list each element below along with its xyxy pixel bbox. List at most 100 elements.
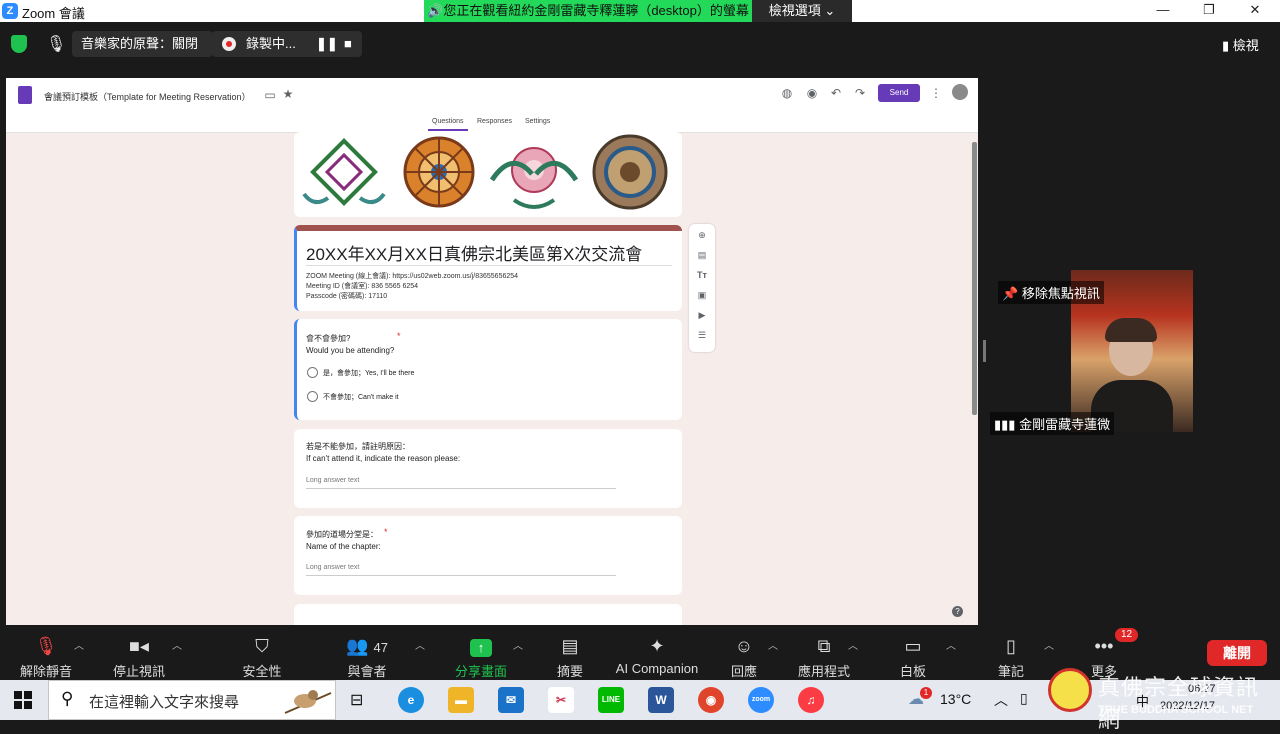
- add-section-icon[interactable]: ☰: [696, 330, 708, 341]
- pause-recording-icon[interactable]: ❚❚: [316, 31, 338, 57]
- reactions-button[interactable]: ☺ 回應: [699, 625, 789, 680]
- share-banner: 🔊您正在觀看紐約金剛雷藏寺釋蓮聹（desktop）的螢幕: [424, 0, 752, 22]
- q3-answer-placeholder: Long answer text: [306, 564, 360, 571]
- snipping-tool-icon[interactable]: ✂: [548, 687, 574, 713]
- watermark-text: 真佛宗全球資訊網: [1098, 676, 1260, 733]
- task-view-icon[interactable]: ⊟: [350, 690, 363, 710]
- meeting-top-bar: 🎙 音樂家的原聲：關閉 錄製中... ❚❚ ■ ▮ 檢視: [0, 22, 1280, 66]
- participants-caret-icon[interactable]: ︿: [415, 637, 425, 652]
- import-questions-icon[interactable]: ▤: [696, 250, 708, 261]
- remove-spotlight-button[interactable]: 📌 移除焦點視訊: [998, 281, 1104, 304]
- tab-questions[interactable]: Questions: [432, 118, 464, 125]
- shared-screen: 會議預訂模板（Template for Meeting Reservation）…: [6, 78, 978, 625]
- help-icon[interactable]: ?: [952, 606, 963, 617]
- show-hidden-icons-icon[interactable]: ︿: [994, 690, 1008, 710]
- question-card-reason[interactable]: 若是不能參加，請註明原因： If can't attend it, indica…: [294, 429, 682, 508]
- line-icon[interactable]: LINE: [598, 687, 624, 713]
- palette-icon[interactable]: ◍: [779, 86, 795, 100]
- mail-icon[interactable]: ✉: [498, 687, 524, 713]
- question-card-attending[interactable]: 會不會參加? * Would you be attending? 是，會參加；Y…: [294, 319, 682, 420]
- send-button[interactable]: Send: [878, 84, 920, 102]
- notes-caret-icon[interactable]: ︿: [1044, 637, 1054, 652]
- search-icon: ⚲: [61, 689, 74, 708]
- google-forms-icon: [18, 86, 32, 104]
- form-header: 會議預訂模板（Template for Meeting Reservation）…: [6, 78, 978, 133]
- summary-icon: ▤: [561, 636, 579, 656]
- q1-title: 會不會參加?: [306, 334, 351, 343]
- star-icon[interactable]: ★: [280, 87, 296, 101]
- radio-yes[interactable]: [307, 367, 318, 378]
- q2-answer-line: [306, 488, 616, 489]
- page-scrollbar[interactable]: [972, 142, 977, 415]
- form-heading: 20XX年XX月XX日真佛宗北美區第X次交流會: [306, 245, 643, 264]
- form-title-card[interactable]: 20XX年XX月XX日真佛宗北美區第X次交流會 ZOOM Meeting (線上…: [294, 225, 682, 311]
- mic-tray-icon[interactable]: ▯: [1020, 690, 1028, 707]
- audio-caret-icon[interactable]: ︿: [74, 637, 84, 652]
- zoom-logo-icon: Z: [2, 3, 18, 19]
- close-icon[interactable]: ✕: [1240, 2, 1270, 18]
- whiteboard-caret-icon[interactable]: ︿: [946, 637, 956, 652]
- participant-name-tag: ▮▮▮ 金剛雷藏寺蓮微: [990, 412, 1115, 435]
- share-caret-icon[interactable]: ︿: [513, 637, 523, 652]
- share-screen-button[interactable]: ↑ 分享畫面: [436, 625, 526, 680]
- encryption-shield-icon[interactable]: [11, 35, 27, 53]
- chrome-icon[interactable]: ◉: [698, 687, 724, 713]
- weather-temperature[interactable]: 13°C: [940, 691, 971, 707]
- ai-companion-button[interactable]: ✦ AI Companion: [612, 625, 702, 680]
- itunes-icon[interactable]: ♫: [798, 687, 824, 713]
- view-options-button[interactable]: 檢視選項 ⌄: [752, 0, 852, 22]
- form-doc-title[interactable]: 會議預訂模板（Template for Meeting Reservation）: [44, 90, 251, 103]
- participant-count: 47: [373, 640, 388, 655]
- minimize-icon[interactable]: —: [1148, 2, 1178, 17]
- add-video-icon[interactable]: ▶: [696, 310, 708, 321]
- view-button[interactable]: ▮ 檢視: [1222, 35, 1259, 54]
- whiteboard-icon: ▭: [904, 636, 922, 656]
- folder-icon[interactable]: ▭: [262, 88, 278, 102]
- radio-no[interactable]: [307, 391, 318, 402]
- participants-icon: 👥: [346, 636, 369, 656]
- stop-video-button[interactable]: ■◂ 停止視訊: [94, 625, 184, 680]
- redo-icon[interactable]: ↷: [852, 86, 868, 100]
- more-vert-icon[interactable]: ⋮: [928, 86, 944, 100]
- undo-icon[interactable]: ↶: [828, 86, 844, 100]
- question-card-next[interactable]: [294, 604, 682, 625]
- window-title: Zoom 會議: [22, 6, 85, 21]
- add-image-icon[interactable]: ▣: [696, 290, 708, 301]
- whiteboard-button[interactable]: ▭ 白板: [868, 625, 958, 680]
- record-dot-icon: [226, 41, 232, 47]
- avatar[interactable]: [952, 84, 968, 100]
- tab-settings[interactable]: Settings: [525, 118, 550, 125]
- file-explorer-icon[interactable]: ▬: [448, 687, 474, 713]
- stop-recording-icon[interactable]: ■: [344, 31, 352, 57]
- question-card-chapter[interactable]: 參加的道場分堂是： * Name of the chapter: Long an…: [294, 516, 682, 595]
- mic-icon[interactable]: 🎙: [46, 34, 66, 54]
- view-layout-icon: ▮: [1222, 38, 1230, 53]
- shield-icon: ⛉: [255, 636, 269, 656]
- zoom-app-icon[interactable]: zoom: [748, 687, 774, 713]
- add-question-icon[interactable]: ⊕: [696, 230, 708, 241]
- required-mark: *: [397, 331, 401, 341]
- apps-button[interactable]: ⧉ 應用程式: [779, 625, 869, 680]
- reactions-caret-icon[interactable]: ︿: [768, 637, 778, 652]
- original-sound-toggle[interactable]: 音樂家的原聲：關閉: [72, 31, 213, 57]
- form-side-toolbar: ⊕ ▤ Tт ▣ ▶ ☰: [689, 224, 715, 352]
- word-icon[interactable]: W: [648, 687, 674, 713]
- security-button[interactable]: ⛉ 安全性: [217, 625, 307, 680]
- apps-caret-icon[interactable]: ︿: [848, 637, 858, 652]
- participants-button[interactable]: 👥 47 與會者: [322, 625, 412, 680]
- windows-start-icon[interactable]: [14, 691, 32, 709]
- edge-icon[interactable]: e: [398, 687, 424, 713]
- restore-icon[interactable]: ❐: [1194, 2, 1224, 18]
- more-badge: 12: [1115, 628, 1138, 642]
- summary-button[interactable]: ▤ 摘要: [525, 625, 615, 680]
- participant-name: 金剛雷藏寺蓮微: [1019, 417, 1111, 432]
- add-title-icon[interactable]: Tт: [696, 270, 708, 280]
- q2-subtitle: If can't attend it, indicate the reason …: [306, 454, 461, 463]
- panel-resize-handle[interactable]: [983, 340, 986, 362]
- preview-eye-icon[interactable]: ◉: [804, 86, 820, 100]
- tab-responses[interactable]: Responses: [477, 118, 512, 125]
- video-caret-icon[interactable]: ︿: [172, 637, 182, 652]
- taskbar-search-box[interactable]: ⚲ 在這裡輸入文字來搜尋: [48, 680, 336, 720]
- unmute-button[interactable]: 🎙 解除靜音: [1, 625, 91, 680]
- desc-line-2: Meeting ID (會議室): 836 5565 6254: [306, 283, 419, 290]
